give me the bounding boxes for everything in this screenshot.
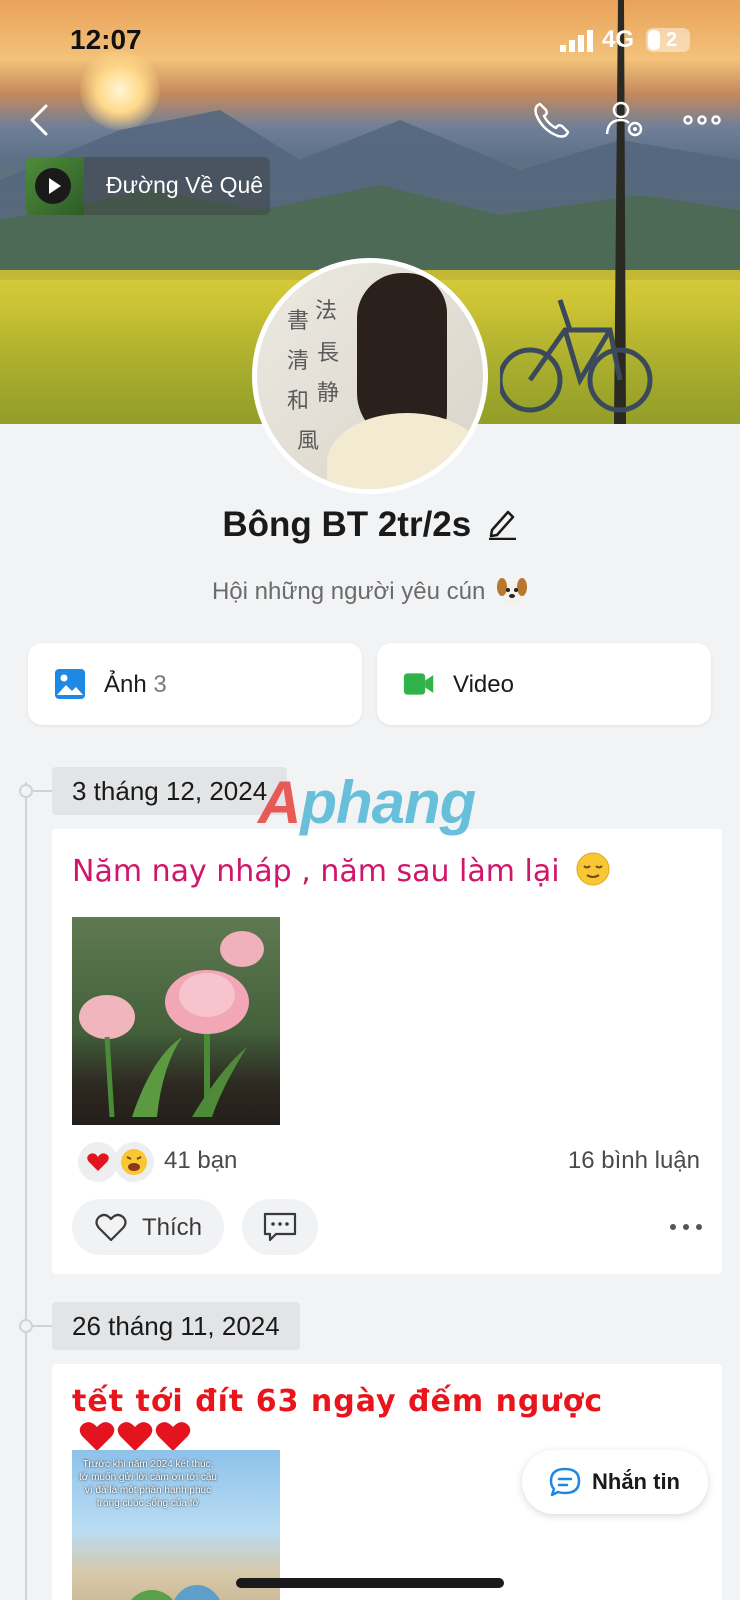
reaction-count[interactable]: 41 bạn xyxy=(164,1147,237,1175)
like-label: Thích xyxy=(142,1214,203,1241)
post-card[interactable]: Năm nay nháp , năm sau làm lại 41 bạn 16… xyxy=(52,829,722,1274)
post-caption: tết tới đít 63 ngày đếm ngược xyxy=(72,1384,722,1457)
reactions-icons[interactable] xyxy=(78,1140,158,1184)
relieved-emoji-icon xyxy=(576,852,610,886)
pencil-icon[interactable] xyxy=(486,506,518,540)
post-caption-text: tết tới đít 63 ngày đếm ngược xyxy=(72,1384,604,1419)
music-thumbnail xyxy=(26,157,84,215)
play-icon[interactable] xyxy=(35,168,71,204)
profile-bio: Hội những người yêu cún xyxy=(0,575,740,606)
profile-name: Bông BT 2tr/2s xyxy=(222,505,472,544)
battery-icon: 2 xyxy=(646,28,690,52)
photos-count: 3 xyxy=(153,671,167,698)
watermark-logo: Aphang xyxy=(258,769,476,836)
message-label: Nhắn tin xyxy=(592,1469,680,1494)
message-button[interactable]: Nhắn tin xyxy=(522,1450,708,1514)
post-date: 26 tháng 11, 2024 xyxy=(52,1302,300,1350)
bicycle-decoration xyxy=(500,299,653,413)
videos-button[interactable]: Video xyxy=(377,643,711,725)
video-icon xyxy=(403,673,434,695)
phone-icon[interactable] xyxy=(530,98,574,142)
user-settings-icon[interactable] xyxy=(604,98,648,142)
comment-button[interactable] xyxy=(242,1199,318,1255)
post-more-icon[interactable] xyxy=(668,1217,704,1237)
more-icon[interactable] xyxy=(680,98,724,142)
signal-icon xyxy=(560,30,593,52)
tulip-image xyxy=(79,931,264,1118)
post-caption-text: Năm nay nháp , năm sau làm lại xyxy=(72,854,560,889)
like-button[interactable]: Thích xyxy=(72,1199,224,1255)
back-icon[interactable] xyxy=(20,98,64,142)
timeline-line xyxy=(25,782,27,1600)
home-indicator xyxy=(236,1578,504,1588)
chat-icon xyxy=(549,1467,581,1497)
photo-icon xyxy=(55,669,85,699)
comment-count[interactable]: 16 bình luận xyxy=(568,1147,700,1175)
timeline-tick xyxy=(33,790,53,792)
network-type: 4G xyxy=(602,26,635,53)
timeline-dot xyxy=(19,1319,33,1333)
status-time: 12:07 xyxy=(70,24,142,55)
post-date: 3 tháng 12, 2024 xyxy=(52,767,288,815)
music-title: Đường Về Quê xyxy=(106,172,264,198)
photos-label: Ảnh xyxy=(104,671,147,698)
post-caption: Năm nay nháp , năm sau làm lại xyxy=(72,851,611,889)
dog-emoji-icon xyxy=(497,578,528,603)
timeline-tick xyxy=(33,1325,53,1327)
post-photo[interactable] xyxy=(72,917,280,1125)
bio-text: Hội những người yêu cún xyxy=(211,578,486,605)
avatar[interactable]: 書 法 清 長 和 静 風 xyxy=(252,258,488,494)
photos-button[interactable]: Ảnh 3 xyxy=(28,643,362,725)
comment-icon xyxy=(263,1212,297,1242)
profile-music[interactable]: Đường Về Quê xyxy=(26,157,270,215)
hearts-emoji-icon xyxy=(79,1422,191,1451)
videos-label: Video xyxy=(453,671,514,698)
heart-icon xyxy=(95,1213,127,1242)
timeline-dot xyxy=(19,784,33,798)
battery-level: 2 xyxy=(666,29,678,51)
status-bar: 12:07 4G 2 xyxy=(0,0,740,84)
profile-name-row: Bông BT 2tr/2s xyxy=(0,505,740,545)
